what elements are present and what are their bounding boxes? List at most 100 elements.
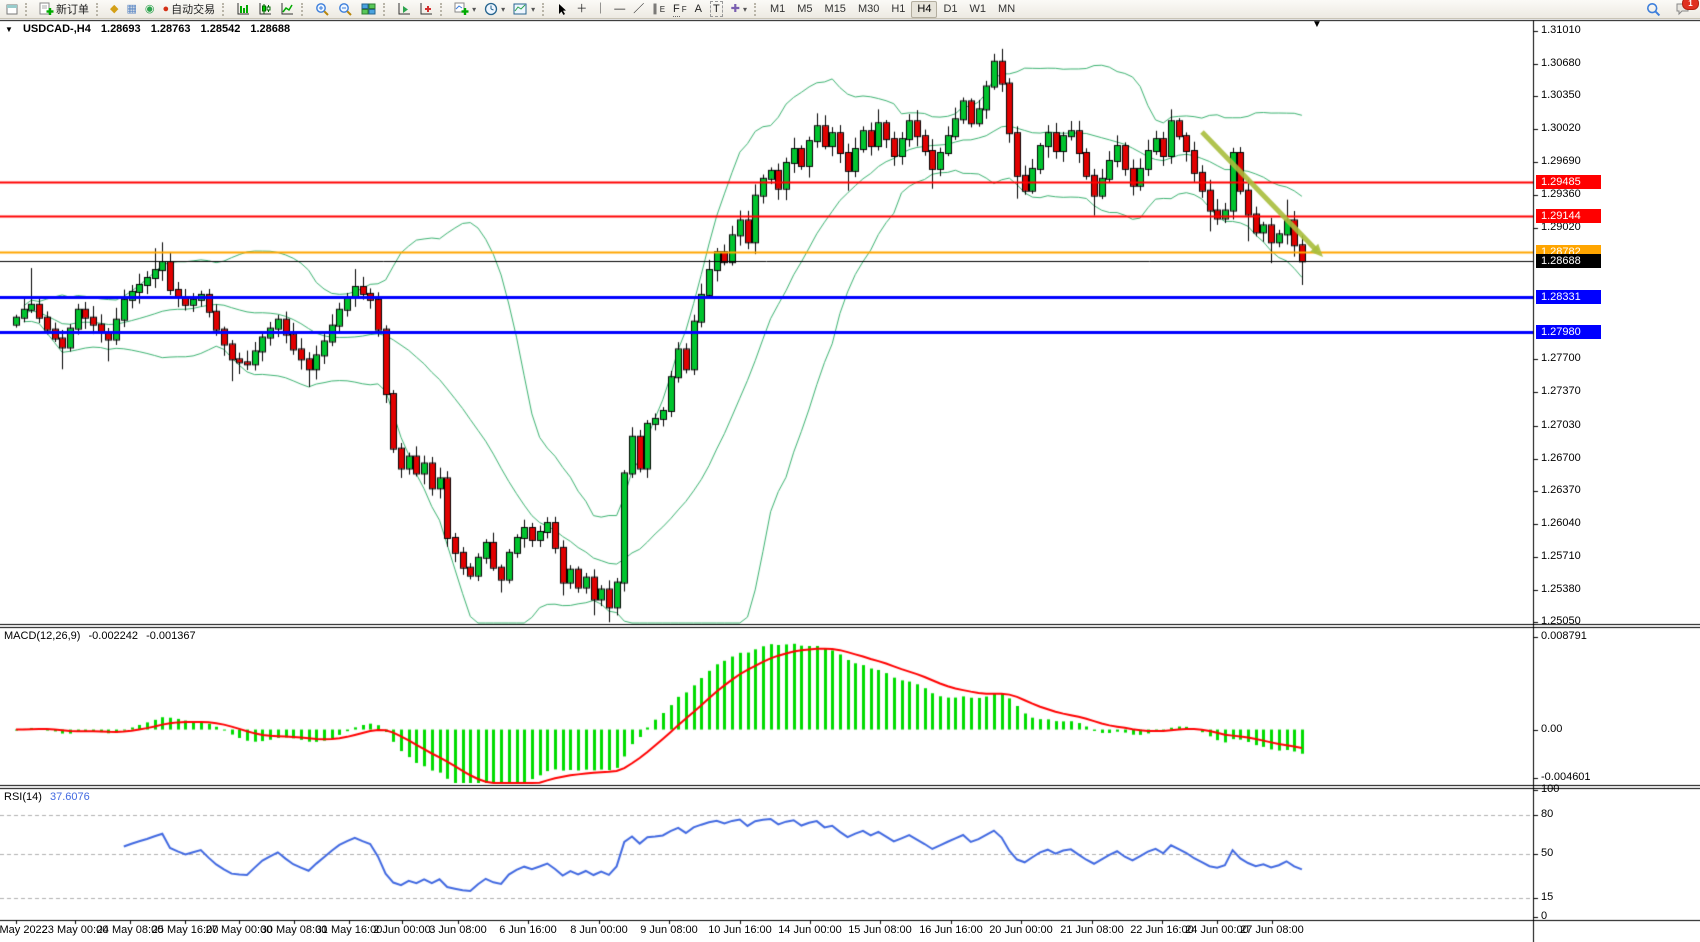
dropdown-arrow-icon: ▾ (501, 5, 505, 14)
toolbar-right-group: 1 (1642, 0, 1698, 18)
add-indicator-icon (454, 2, 469, 16)
price-badge-current-price: 1.28688 (1536, 254, 1601, 268)
chart-shift-marker-icon[interactable]: ▼ (1312, 20, 1322, 30)
text-button[interactable]: A (691, 0, 706, 18)
navigator-icon: ◉ (145, 2, 155, 16)
toolbar-grip (222, 3, 228, 16)
trendline-icon: ／ (633, 2, 644, 16)
channel-icon: ∥ (652, 2, 658, 16)
timeframe-button-h4[interactable]: H4 (911, 1, 937, 18)
price-axis-tick: 1.26040 (1541, 517, 1581, 529)
dropdown-arrow-icon: ▾ (531, 5, 535, 14)
chart-menu-arrow-icon[interactable]: ▼ (5, 25, 13, 34)
text-tool-icon: A (695, 2, 702, 16)
market-watch-button[interactable]: ◆ (106, 0, 122, 18)
hline-button[interactable]: — (610, 0, 629, 18)
templates-icon (513, 2, 528, 16)
time-axis-label: 8 Jun 00:00 (570, 924, 628, 936)
chart-bars-button[interactable] (232, 0, 254, 18)
zoom-out-icon (338, 2, 353, 17)
cursor-icon (556, 3, 568, 16)
tile-windows-button[interactable] (357, 0, 380, 18)
macd-axis-tick: 0.008791 (1541, 630, 1587, 642)
crosshair-button[interactable]: ＋ (572, 0, 591, 18)
time-axis-label: 9 Jun 08:00 (640, 924, 698, 936)
label-button[interactable]: T (706, 0, 727, 18)
rsi-label: RSI(14) (4, 791, 42, 803)
shapes-button[interactable]: ✚▾ (727, 0, 751, 18)
new-order-button[interactable]: 新订单 (35, 0, 93, 18)
timeframe-button-m5[interactable]: M5 (791, 1, 818, 18)
new-order-label: 新订单 (56, 1, 89, 17)
search-button[interactable] (1642, 0, 1665, 18)
zoom-in-button[interactable] (311, 0, 334, 18)
trendline-button[interactable]: ／ (629, 0, 648, 18)
timeframe-button-h1[interactable]: H1 (885, 1, 911, 18)
chart-candles-button[interactable] (254, 0, 276, 18)
fibonacci-button[interactable]: FF (669, 0, 691, 18)
price-axis-tick: 1.26370 (1541, 484, 1581, 496)
main-toolbar: 新订单 ◆ ▦ ◉ ● 自动交易 ▾ ▾ ▾ (0, 0, 1700, 19)
fibonacci-sub-label: F (682, 5, 687, 14)
candlestick-chart-icon (258, 2, 272, 16)
clock-icon (484, 2, 498, 16)
fibonacci-icon: F (673, 2, 680, 17)
chart-line-button[interactable] (276, 0, 298, 18)
autotrade-button[interactable]: ● 自动交易 (158, 0, 219, 18)
chart-shift-button[interactable] (415, 0, 437, 18)
rsi-axis-tick: 50 (1541, 847, 1553, 859)
notifications-button[interactable]: 1 (1671, 0, 1694, 18)
timeframe-button-mn[interactable]: MN (992, 1, 1021, 18)
timeframe-button-d1[interactable]: D1 (937, 1, 963, 18)
auto-scroll-button[interactable] (393, 0, 415, 18)
timeframe-button-w1[interactable]: W1 (964, 1, 993, 18)
time-axis-label: 21 Jun 08:00 (1060, 924, 1124, 936)
data-window-button[interactable]: ▦ (122, 0, 140, 18)
navigator-button[interactable]: ◉ (141, 0, 159, 18)
vertical-line-icon: ｜ (595, 2, 606, 16)
crosshair-icon: ＋ (576, 2, 587, 16)
autotrade-icon: ● (162, 2, 169, 16)
price-axis-tick: 1.26700 (1541, 452, 1581, 464)
symbol-ohlc-line: ▼ USDCAD-,H4 1.28693 1.28763 1.28542 1.2… (5, 23, 290, 35)
channel-button[interactable]: ∥E (648, 0, 669, 18)
macd-axis-tick: 0.00 (1541, 723, 1562, 735)
time-axis-label: 16 Jun 16:00 (919, 924, 983, 936)
toolbar-grip (542, 3, 548, 16)
toolbar-grip (96, 3, 102, 16)
macd-label: MACD(12,26,9) (4, 630, 80, 642)
zoom-out-button[interactable] (334, 0, 357, 18)
rsi-indicator-label: RSI(14) 37.6076 (4, 791, 90, 803)
templates-button[interactable]: ▾ (509, 0, 539, 18)
label-tool-icon: T (710, 1, 723, 17)
symbol-name: USDCAD-,H4 (23, 23, 91, 35)
vline-button[interactable]: ｜ (591, 0, 610, 18)
time-axis-label: 19 May 2022 (0, 924, 48, 936)
periods-button[interactable]: ▾ (480, 0, 509, 18)
chart-shift-icon (419, 2, 433, 16)
time-axis-label: 10 Jun 16:00 (708, 924, 772, 936)
macd-value: -0.002242 (88, 630, 138, 642)
toolbar-grip (301, 3, 307, 16)
price-badge-resistance-level-1: 1.29485 (1536, 175, 1601, 189)
timeframe-button-m1[interactable]: M1 (764, 1, 791, 18)
rsi-axis-tick: 0 (1541, 910, 1547, 922)
window-menu-button[interactable] (2, 0, 22, 18)
chart-canvas[interactable] (0, 0, 1700, 942)
timeframe-button-m15[interactable]: M15 (819, 1, 852, 18)
timeframe-group: M1M5M15M30H1H4D1W1MN (764, 1, 1021, 18)
indicators-button[interactable]: ▾ (450, 0, 480, 18)
search-icon (1646, 2, 1661, 17)
rsi-axis-tick: 100 (1541, 783, 1559, 795)
price-high: 1.28763 (151, 23, 191, 35)
toolbar-grip (25, 3, 31, 16)
price-open: 1.28693 (101, 23, 141, 35)
rsi-value: 37.6076 (50, 791, 90, 803)
price-axis-tick: 1.27370 (1541, 385, 1581, 397)
dropdown-arrow-icon: ▾ (472, 5, 476, 14)
toolbar-grip (383, 3, 389, 16)
timeframe-button-m30[interactable]: M30 (852, 1, 885, 18)
horizontal-line-icon: — (614, 2, 625, 16)
cursor-button[interactable] (552, 0, 572, 18)
macd-indicator-label: MACD(12,26,9) -0.002242 -0.001367 (4, 630, 196, 642)
